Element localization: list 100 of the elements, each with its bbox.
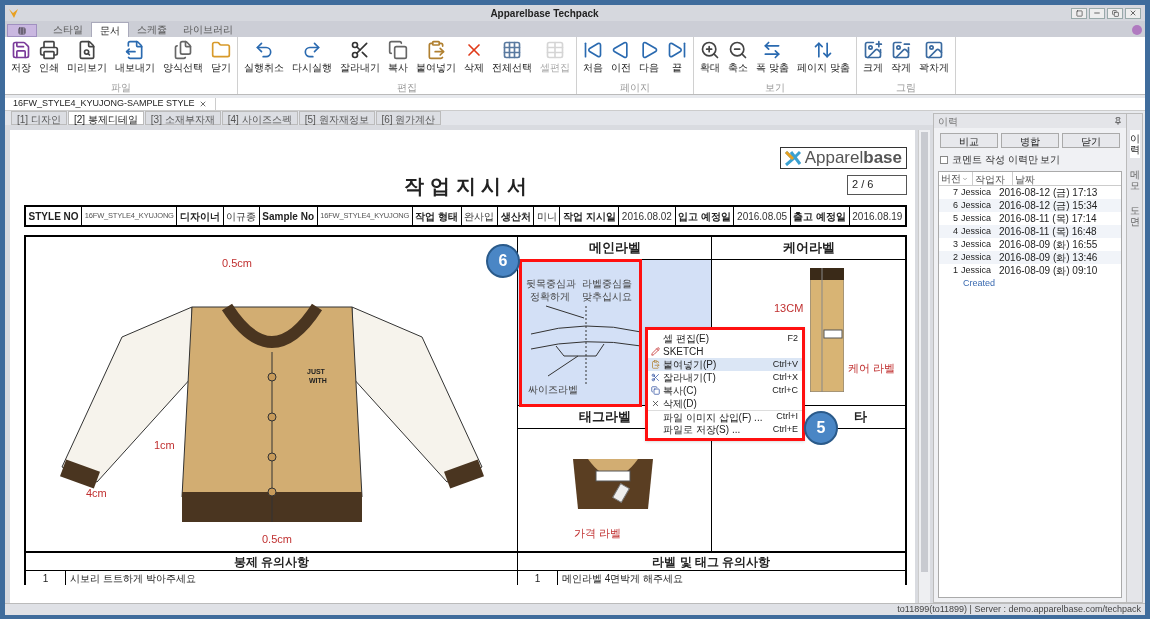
ribbon-button[interactable]: 페이지 맞춤 [792,37,854,82]
sheet-tab[interactable]: [5] 원자재정보 [298,111,375,125]
ribbon-button[interactable]: 닫기 [207,37,235,82]
folder-icon [211,40,231,60]
document-title: 작 업 지 시 서 [404,174,527,199]
ribbon-button[interactable]: 꽉차게 [914,37,953,82]
grid-icon [502,40,522,60]
sheet-tab[interactable]: [4] 사이즈스펙 [221,111,298,125]
ribbon-button[interactable]: 처음 [579,37,607,82]
ribbon-button[interactable]: 확대 [696,37,724,82]
menu-item[interactable]: 셀 편집(E) F2 [648,332,802,345]
restore-button[interactable] [1107,7,1123,19]
column-header[interactable]: 버전 [939,172,973,185]
side-tab[interactable]: 메모 [1129,166,1140,194]
annotation-label: 가격 라벨 [574,526,622,541]
minimize-icon [1093,9,1101,17]
ribbon-button[interactable]: 인쇄 [35,37,63,82]
ribbon-tab[interactable]: 스케쥴 [129,22,175,37]
close-icon [198,100,207,108]
copy-icon [388,40,408,60]
table-cell-text: 1 [952,263,959,277]
ribbon-tab[interactable]: 스타일 [45,22,91,37]
table-cell: 생산처 [497,207,535,225]
sheet-tab[interactable]: [3] 소재부자재 [144,111,221,125]
table-cell-text: 2016-08-12 (금) 17:13 [999,186,1099,200]
ribbon-tab[interactable]: 문서 [91,22,129,37]
ribbon-button[interactable]: 끝 [663,37,691,82]
annotation-label: 13CM [774,301,804,316]
menu-item[interactable]: 붙여넣기(P) Ctrl+V [648,358,802,371]
step-number-badge: 6 [486,244,520,278]
table-cell-text: Jessica [961,224,992,238]
sort-caret-icon [962,175,968,182]
panel-header: 이력 [934,114,1126,128]
annotation-label: 정확하게 [530,290,570,304]
side-tab[interactable]: 이력 [1129,130,1140,158]
group-label: 그림 [894,82,917,94]
ribbon-button[interactable]: 잘라내기 [336,37,384,82]
panel-button[interactable]: 비교 [940,133,998,148]
table-cell-text: 시보리 트트하게 박아주세요 [69,572,196,585]
column-header[interactable]: 날짜 [1013,172,1121,185]
table-cell: 미니 [534,207,561,225]
side-tab[interactable]: 도면 [1129,202,1140,230]
comment-text: Created [962,277,997,288]
ribbon-button[interactable]: 미리보기 [63,37,111,82]
sheet-tab[interactable]: [2] 봉제디테일 [67,111,144,125]
image-minus-icon [890,40,911,60]
ribbon-button[interactable]: 내보내기 [111,37,159,82]
table-cell-text: 3 [952,237,959,251]
table-cell-text: Jessica [961,237,992,251]
ribbon-button[interactable]: 양식선택 [159,37,207,82]
column-header: 태그라벨 [579,408,631,427]
table-cell-text: 2 [952,250,959,264]
ribbon-tab[interactable]: 라이브러리 [175,22,241,37]
fullscreen-button[interactable] [1071,7,1087,19]
menu-item[interactable]: 복사(C) Ctrl+C [648,384,802,397]
zoom-out-icon [728,40,748,60]
sheet-tab[interactable]: [1] 디자인 [11,111,67,125]
printer-icon [39,40,59,60]
zoom-in-icon [700,40,720,60]
table-cell-text: Jessica [961,250,992,264]
ribbon-button[interactable]: 작게 [886,37,915,82]
minimize-button[interactable] [1089,7,1105,19]
ribbon-button[interactable]: 복사 [384,37,412,82]
sheet-tab[interactable]: [6] 원가계산 [375,111,442,125]
menu-item[interactable]: 파일 이미지 삽입(F) ... Ctrl+I [648,410,802,423]
user-icon [1131,24,1143,36]
ribbon-button[interactable]: 전체선택 [488,37,536,82]
application-menu-button[interactable] [7,24,37,37]
ribbon-button[interactable]: 크게 [858,37,887,82]
menu-item[interactable]: 삭제(D) [648,397,802,410]
annotation-label: 케어 라벨 [848,361,896,376]
menu-item[interactable]: 파일로 저장(S) ... Ctrl+E [648,423,802,436]
clipboard-icon [651,360,660,369]
ribbon-button[interactable]: 폭 맞춤 [752,37,793,82]
annotation-label: 0.5cm [262,532,292,547]
annotation-label: 라벨중심을 [582,277,632,291]
table-cell-text: 6 [952,198,959,212]
table-cell: 출고 예정일 [790,207,850,225]
document-magnifier-icon [77,40,97,60]
close-button[interactable] [1125,7,1141,19]
table-cell-text: 2016-08-12 (금) 15:34 [999,199,1099,213]
menu-item[interactable]: SKETCH [648,345,802,358]
ribbon-button[interactable]: 이전 [607,37,635,82]
panel-button[interactable]: 병합 [1001,133,1059,148]
column-header[interactable]: 작업자 [973,172,1013,185]
menu-item[interactable]: 잘라내기(T) Ctrl+X [648,371,802,384]
row-number: 1 [26,571,66,585]
table-cell: 완사입 [461,207,498,225]
ribbon-button[interactable]: 다음 [635,37,663,82]
ribbon-button[interactable]: 삭제 [460,37,488,82]
ribbon-button[interactable]: 축소 [724,37,752,82]
ribbon-button[interactable]: 다시실행 [288,37,336,82]
ribbon-button[interactable]: 실행취소 [240,37,288,82]
table-cell-text: 7 [952,185,959,199]
ribbon-button[interactable]: 저장 [7,37,35,82]
filter-checkbox[interactable]: 코멘트 작성 이력만 보기 [934,152,1126,167]
skip-first-icon [583,40,603,60]
ribbon-button[interactable]: 붙여넣기 [412,37,460,82]
triangle-right-icon [639,40,659,60]
panel-button[interactable]: 닫기 [1062,133,1120,148]
